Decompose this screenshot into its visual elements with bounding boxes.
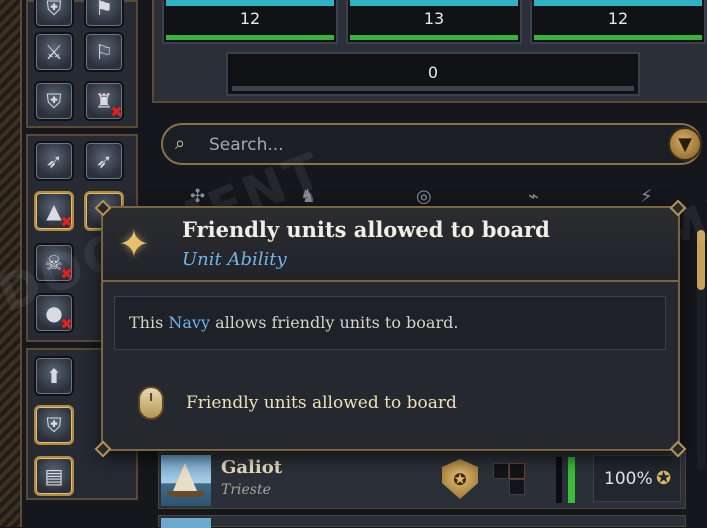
stat-value: 12 [607,9,629,28]
tooltip-action-label: Friendly units allowed to board [186,393,457,413]
shield-crossed-icon[interactable]: ⛨ [34,405,74,445]
cannon-alt-icon[interactable]: ➶ [84,141,124,181]
stat-bar-3: 12 [530,0,706,44]
funnel-icon[interactable]: ▼ [668,127,702,161]
sort-horn-icon[interactable]: ⌁ [528,186,539,207]
recruit-icon: ✪ [656,468,672,489]
health-bar-empty [556,457,562,503]
description-text: This Navy allows friendly units to board… [129,313,458,332]
tooltip-header: ✦ Friendly units allowed to board Unit A… [103,208,678,282]
search-input[interactable] [207,133,631,157]
stat-value: 13 [423,9,445,28]
stat-bar-fill [350,0,518,6]
stat-bar-progress [534,35,702,40]
cancel-icon: ✖ [60,315,73,333]
desc-suffix: allows friendly units to board. [210,313,459,332]
cancel-icon: ✖ [110,103,123,121]
search-bar[interactable]: ⌕ ▼ [161,123,702,165]
chest-icon[interactable]: ▤ [34,456,74,496]
flag-arrow-icon[interactable]: ⚑ [84,0,124,28]
total-stat-track [232,86,634,91]
ability-tooltip: ✦ Friendly units allowed to board Unit A… [94,199,687,458]
stat-bar-fill [166,0,334,6]
unit-list-item[interactable]: Galiot Trieste ✪ 100% ✪ [158,452,686,509]
crest-badge-icon: ✪ [442,459,478,499]
flag-icon[interactable]: ⚐ [84,32,124,72]
stat-bar-1: 12 [162,0,338,44]
sort-target-icon[interactable]: ◎ [416,186,432,207]
shield-swords-icon[interactable]: ⚔ [34,32,74,72]
total-stat-bar: 0 [226,52,640,96]
stat-bar-progress [350,35,518,40]
mouse-icon [138,386,164,420]
desc-highlight: Navy [168,313,211,332]
strength-box: 100% ✪ [593,455,681,502]
total-stat-value: 0 [427,63,439,82]
unit-name: Galiot [221,457,283,478]
arrow-up-icon[interactable]: ⬆ [34,356,74,396]
tooltip-description: This Navy allows friendly units to board… [114,296,666,350]
cannon-icon[interactable]: ➶ [34,141,74,181]
tooltip-title: Friendly units allowed to board [182,217,550,242]
stat-bar-fill [534,0,702,6]
unit-list-item[interactable] [158,515,686,528]
ship-thumbnail [161,455,211,506]
search-list-icon: ⌕ [175,133,186,154]
slot-icon [509,463,525,479]
unit-location: Trieste [221,482,271,498]
slot-icon [493,463,509,479]
compass-star-icon: ✦ [118,222,150,266]
hull-shape [167,491,205,497]
tooltip-subtitle: Unit Ability [182,249,287,270]
shield-arrow-icon[interactable]: ⛨ [34,0,74,28]
sort-bolt-icon[interactable]: ⚡ [640,186,653,207]
stat-bar-2: 13 [346,0,522,44]
stat-bar-progress [166,35,334,40]
stat-value: 12 [239,9,261,28]
slot-icon [509,479,525,495]
tent-icon[interactable]: ▲ ✖ [34,191,74,231]
shield-star-icon[interactable]: ⛨ [34,81,74,121]
desc-prefix: This [129,313,169,332]
soldier-cancel-icon[interactable]: ♜ ✖ [84,81,124,121]
strength-percent: 100% [604,469,653,489]
cancel-icon: ✖ [60,213,73,231]
health-bar-fill [568,457,575,503]
sail-shape [173,463,197,491]
